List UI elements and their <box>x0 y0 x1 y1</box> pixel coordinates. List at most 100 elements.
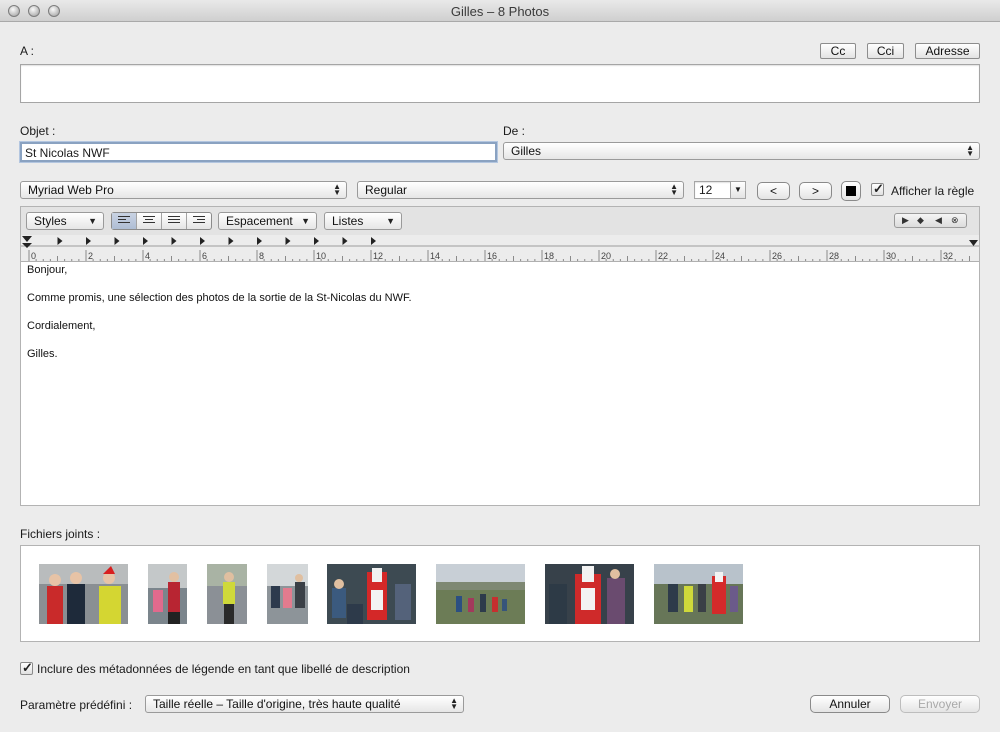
photo-thumbnail[interactable] <box>654 564 743 624</box>
ruler-label: 22 <box>658 251 668 261</box>
preset-select[interactable]: Taille réelle – Taille d'origine, très h… <box>145 695 464 713</box>
ruler-label: 0 <box>31 251 36 261</box>
left-tab-icon: ◀ <box>935 215 942 225</box>
updown-arrows-icon: ▲ ▼ <box>670 182 678 197</box>
chevron-down-icon[interactable]: ▼ <box>730 182 745 198</box>
attachments-box <box>20 545 980 642</box>
photo-thumbnail[interactable] <box>39 564 128 624</box>
align-left-button[interactable] <box>112 213 137 229</box>
send-button[interactable]: Envoyer <box>900 695 980 713</box>
checkmark-icon: ✓ <box>22 660 33 675</box>
ruler-label: 28 <box>829 251 839 261</box>
align-left-icon <box>118 216 130 226</box>
tab-stop-control[interactable]: ▶ ◆ ◀ ⊗ <box>894 213 967 228</box>
ruler-label: 8 <box>259 251 264 261</box>
tab-stop-marker[interactable] <box>171 237 177 245</box>
font-size-combo[interactable]: 12 ▼ <box>694 181 746 199</box>
message-body[interactable]: Bonjour, Comme promis, une sélection des… <box>20 262 980 506</box>
tab-stop-marker[interactable] <box>86 237 91 245</box>
body-line-closing: Cordialement, <box>27 320 96 332</box>
decrease-size-button[interactable]: < <box>757 182 790 200</box>
photo-thumbnail[interactable] <box>267 564 308 624</box>
ruler-label: 30 <box>886 251 896 261</box>
photo-thumbnail[interactable] <box>545 564 634 624</box>
preset-value: Taille réelle – Taille d'origine, très h… <box>153 697 401 711</box>
tab-stop-marker[interactable] <box>143 237 148 245</box>
address-button[interactable]: Adresse <box>915 43 980 59</box>
align-right-button[interactable] <box>187 213 212 229</box>
window-title: Gilles – 8 Photos <box>450 4 550 19</box>
ruler-label: 6 <box>202 251 207 261</box>
font-style-select[interactable]: Regular ▲ ▼ <box>357 181 684 199</box>
tab-stop-marker[interactable] <box>371 237 376 245</box>
right-indent-marker[interactable] <box>969 240 978 246</box>
tab-stop-marker[interactable] <box>114 237 120 245</box>
ruler-label: 4 <box>145 251 150 261</box>
photo-thumbnail[interactable] <box>148 564 187 624</box>
subject-value: St Nicolas NWF <box>25 146 110 160</box>
ruler-label: 32 <box>943 251 953 261</box>
tab-stop-marker[interactable] <box>342 237 348 245</box>
align-right-icon <box>193 216 205 226</box>
chevron-down-icon: ▼ <box>88 216 97 226</box>
ruler-label: 12 <box>373 251 383 261</box>
from-select[interactable]: Gilles ▲ ▼ <box>503 142 980 160</box>
ruler-label: 26 <box>772 251 782 261</box>
tab-stop-marker[interactable] <box>285 237 291 245</box>
text-color-button[interactable] <box>841 181 861 201</box>
subject-label: Objet : <box>20 124 56 138</box>
lists-menu[interactable]: Listes ▼ <box>324 212 402 230</box>
tab-stop-marker[interactable] <box>200 237 205 245</box>
increase-size-button[interactable]: > <box>799 182 832 200</box>
attachments-label: Fichiers joints : <box>20 527 101 541</box>
align-center-button[interactable] <box>137 213 162 229</box>
ruler-label: 2 <box>88 251 93 261</box>
chevron-down-icon: ▼ <box>386 216 395 226</box>
spacing-menu[interactable]: Espacement ▼ <box>218 212 317 230</box>
to-label: A : <box>20 44 35 58</box>
photo-thumbnail[interactable] <box>327 564 416 624</box>
from-value: Gilles <box>511 144 542 158</box>
center-tab-icon: ◆ <box>917 215 924 225</box>
tab-stop-marker[interactable] <box>57 237 63 245</box>
preset-label: Paramètre prédéfini : <box>20 698 133 712</box>
align-justify-button[interactable] <box>162 213 187 229</box>
tab-stop-marker[interactable] <box>257 237 262 245</box>
font-family-select[interactable]: Myriad Web Pro ▲ ▼ <box>20 181 347 199</box>
cc-button[interactable]: Cc <box>820 43 856 59</box>
show-ruler-checkbox[interactable]: ✓ <box>871 181 884 196</box>
align-justify-icon <box>168 216 180 226</box>
cci-button[interactable]: Cci <box>867 43 904 59</box>
font-family-value: Myriad Web Pro <box>28 183 114 197</box>
updown-arrows-icon: ▲ ▼ <box>450 696 458 711</box>
show-ruler-label: Afficher la règle <box>891 184 975 198</box>
photo-thumbnail[interactable] <box>207 564 247 624</box>
body-line-signature: Gilles. <box>27 348 58 360</box>
checkmark-icon: ✓ <box>873 181 884 196</box>
font-style-value: Regular <box>365 183 408 197</box>
styles-menu[interactable]: Styles ▼ <box>26 212 104 230</box>
updown-arrows-icon: ▲ ▼ <box>966 143 974 158</box>
photo-thumbnail[interactable] <box>436 564 525 624</box>
subject-field[interactable]: St Nicolas NWF <box>20 142 497 162</box>
ruler-label: 14 <box>430 251 440 261</box>
ruler-label: 24 <box>715 251 725 261</box>
decimal-tab-icon: ⊗ <box>951 215 959 225</box>
ruler-label: 10 <box>316 251 326 261</box>
cancel-button[interactable]: Annuler <box>810 695 890 713</box>
body-line-main: Comme promis, une sélection des photos d… <box>27 292 412 304</box>
alignment-control[interactable] <box>111 212 212 230</box>
ruler[interactable]: 0 2 4 6 8 10 12 14 16 18 20 22 24 26 28 30 32 <box>21 235 979 262</box>
ruler-label: 20 <box>601 251 611 261</box>
include-metadata-label: Inclure des métadonnées de légende en ta… <box>37 662 410 676</box>
updown-arrows-icon: ▲ ▼ <box>333 182 341 197</box>
to-field[interactable] <box>20 64 980 103</box>
styles-label: Styles <box>34 214 67 228</box>
body-line-greeting: Bonjour, <box>27 264 68 276</box>
ruler-label: 16 <box>487 251 497 261</box>
include-metadata-checkbox[interactable]: ✓ <box>20 660 33 675</box>
tab-stop-marker[interactable] <box>228 237 234 245</box>
font-size-value: 12 <box>699 183 713 197</box>
tab-stop-marker[interactable] <box>314 237 319 245</box>
ruler-label: 18 <box>544 251 554 261</box>
